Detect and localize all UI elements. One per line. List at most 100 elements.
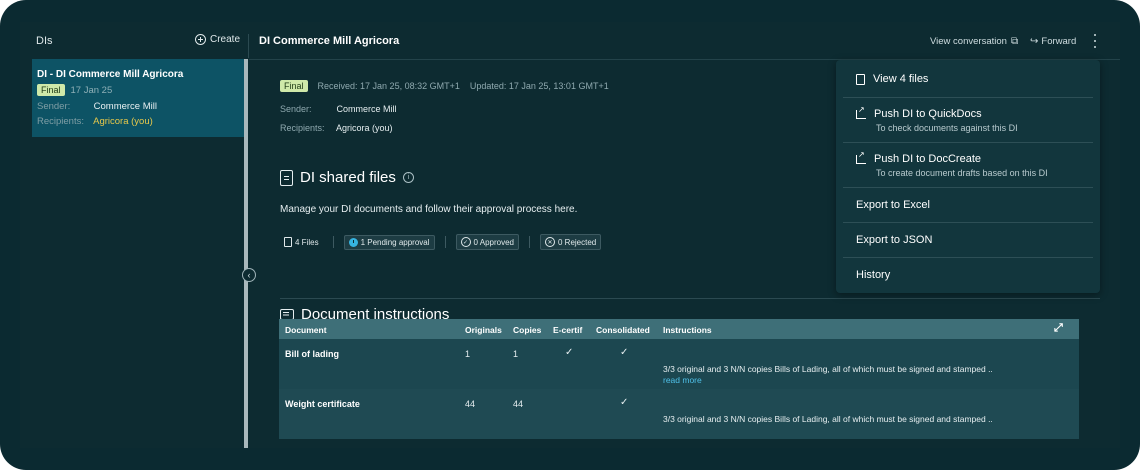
table-header: Document Originals Copies E-certif Conso… bbox=[279, 319, 1079, 339]
meta-recipients: Recipients: Agricora (you) bbox=[280, 123, 393, 133]
menu-item-view-files[interactable]: View 4 files bbox=[843, 60, 1093, 97]
status-badge: Final bbox=[37, 84, 65, 96]
di-card-sender: Sender: Commerce Mill bbox=[37, 101, 157, 112]
menu-item-push-doccreate[interactable]: Push DI to DocCreate To create document … bbox=[843, 143, 1093, 187]
more-options-button[interactable] bbox=[1091, 34, 1099, 48]
files-icon bbox=[280, 169, 293, 186]
status-badge: Final bbox=[280, 80, 308, 92]
recipients-value: Agricora (you) bbox=[93, 116, 153, 127]
forward-button[interactable]: ↪ Forward bbox=[1030, 36, 1076, 47]
col-originals: Originals bbox=[465, 325, 502, 335]
sidebar: DIs Create DI - DI Commerce Mill Agricor… bbox=[20, 22, 256, 448]
push-quickdocs-subtitle: To check documents against this DI bbox=[876, 123, 1018, 133]
create-button[interactable]: Create bbox=[194, 34, 240, 45]
col-copies: Copies bbox=[513, 325, 542, 335]
cell-originals: 1 bbox=[465, 349, 471, 359]
history-label: History bbox=[856, 269, 891, 281]
files-icon bbox=[856, 73, 865, 85]
file-icon bbox=[284, 237, 292, 247]
chip-divider bbox=[529, 236, 530, 248]
sender-value: Commerce Mill bbox=[336, 104, 397, 114]
cell-consolidated-check-icon: ✓ bbox=[620, 397, 629, 408]
check-circle-icon: ✓ bbox=[460, 237, 471, 247]
files-count-label: 4 Files bbox=[295, 237, 319, 247]
rejected-label: 0 Rejected bbox=[558, 237, 597, 247]
recipients-label: Recipients: bbox=[280, 123, 325, 133]
export-json-label: Export to JSON bbox=[856, 234, 933, 246]
file-status-summary: 4 Files 1 Pending approval ✓ 0 Approved … bbox=[280, 234, 602, 250]
received-timestamp: Received: 17 Jan 25, 08:32 GMT+1 bbox=[317, 81, 460, 91]
external-link-icon: ⧉ bbox=[1010, 36, 1019, 47]
chip-divider bbox=[332, 236, 334, 248]
kebab-dot-icon bbox=[1094, 46, 1096, 48]
pending-approval-chip[interactable]: 1 Pending approval bbox=[343, 234, 435, 250]
cell-document: Weight certificate bbox=[285, 399, 360, 409]
sidebar-header: DIs Create bbox=[20, 22, 248, 58]
menu-item-push-quickdocs[interactable]: Push DI to QuickDocs To check documents … bbox=[843, 98, 1093, 142]
di-card-date: 17 Jan 25 bbox=[70, 84, 113, 96]
push-quickdocs-label: Push DI to QuickDocs bbox=[874, 108, 982, 120]
meta-status-row: Final Received: 17 Jan 25, 08:32 GMT+1 U… bbox=[280, 80, 609, 92]
x-circle-icon: ✕ bbox=[545, 237, 555, 247]
sender-label: Sender: bbox=[280, 104, 312, 114]
sidebar-title: DIs bbox=[36, 35, 53, 47]
cell-copies: 1 bbox=[513, 349, 519, 359]
menu-item-export-json[interactable]: Export to JSON bbox=[843, 223, 1093, 257]
cell-copies: 44 bbox=[513, 399, 524, 409]
cell-originals: 44 bbox=[465, 399, 476, 409]
push-icon bbox=[856, 105, 866, 119]
forward-label: Forward bbox=[1041, 36, 1077, 47]
updated-timestamp: Updated: 17 Jan 25, 13:01 GMT+1 bbox=[469, 81, 609, 91]
push-doccreate-row: Push DI to DocCreate bbox=[856, 150, 981, 165]
table-row[interactable]: Bill of lading 1 1 ✓ ✓ 3/3 original and … bbox=[279, 339, 1079, 389]
clock-icon bbox=[348, 237, 358, 247]
app-window: DIs Create DI - DI Commerce Mill Agricor… bbox=[20, 22, 1120, 448]
pending-label: 1 Pending approval bbox=[360, 237, 430, 247]
info-icon[interactable]: i bbox=[402, 172, 414, 183]
view-files-row: View 4 files bbox=[856, 73, 928, 85]
col-ecertif: E-certif bbox=[553, 325, 583, 335]
di-card-title: DI - DI Commerce Mill Agricora bbox=[37, 69, 184, 80]
export-excel-label: Export to Excel bbox=[856, 199, 930, 211]
di-card-recipients: Recipients: Agricora (you) bbox=[37, 116, 153, 127]
sender-label: Sender: bbox=[37, 101, 71, 112]
shared-files-heading: DI shared files i bbox=[280, 169, 414, 186]
forward-icon: ↪ bbox=[1030, 36, 1039, 47]
recipients-label: Recipients: bbox=[37, 116, 84, 127]
view-files-label: View 4 files bbox=[873, 73, 929, 85]
rejected-chip[interactable]: ✕ 0 Rejected bbox=[540, 234, 602, 250]
cell-document: Bill of lading bbox=[285, 349, 339, 359]
files-count-chip[interactable]: 4 Files bbox=[280, 235, 323, 249]
sidebar-scrollbar[interactable] bbox=[244, 59, 248, 448]
push-doccreate-subtitle: To create document drafts based on this … bbox=[876, 168, 1048, 178]
meta-sender: Sender: Commerce Mill bbox=[280, 104, 397, 114]
cell-instructions: 3/3 original and 3 N/N copies Bills of L… bbox=[663, 414, 993, 424]
plus-circle-icon bbox=[194, 34, 206, 45]
kebab-dot-icon bbox=[1094, 40, 1096, 42]
menu-item-history[interactable]: History bbox=[843, 258, 1093, 292]
col-consolidated: Consolidated bbox=[596, 325, 650, 335]
col-document: Document bbox=[285, 325, 327, 335]
view-conversation-label: View conversation bbox=[930, 36, 1007, 47]
push-doccreate-label: Push DI to DocCreate bbox=[874, 153, 981, 165]
sender-value: Commerce Mill bbox=[93, 101, 157, 112]
cell-ecertif-check-icon: ✓ bbox=[565, 347, 574, 358]
page-title: DI Commerce Mill Agricora bbox=[259, 35, 400, 47]
create-label: Create bbox=[209, 34, 240, 45]
recipients-value: Agricora (you) bbox=[336, 123, 393, 133]
approved-chip[interactable]: ✓ 0 Approved bbox=[455, 234, 519, 250]
push-quickdocs-row: Push DI to QuickDocs bbox=[856, 105, 982, 120]
shared-files-description: Manage your DI documents and follow thei… bbox=[280, 204, 578, 215]
col-instructions: Instructions bbox=[663, 325, 712, 335]
expand-icon[interactable]: ⤢ bbox=[1054, 322, 1063, 335]
read-more-link[interactable]: read more bbox=[663, 375, 702, 385]
chip-divider bbox=[444, 236, 446, 248]
kebab-dot-icon bbox=[1094, 34, 1096, 36]
shared-files-title: DI shared files bbox=[300, 169, 396, 186]
main-header: DI Commerce Mill Agricora View conversat… bbox=[249, 22, 1120, 60]
di-list-item-selected[interactable]: DI - DI Commerce Mill Agricora Final 17 … bbox=[32, 59, 244, 137]
more-options-menu: View 4 files Push DI to QuickDocs To che… bbox=[836, 60, 1100, 293]
menu-item-export-excel[interactable]: Export to Excel bbox=[843, 188, 1093, 222]
view-conversation-link[interactable]: View conversation ⧉ bbox=[930, 36, 1018, 47]
table-row[interactable]: Weight certificate 44 44 ✓ 3/3 original … bbox=[279, 389, 1079, 439]
